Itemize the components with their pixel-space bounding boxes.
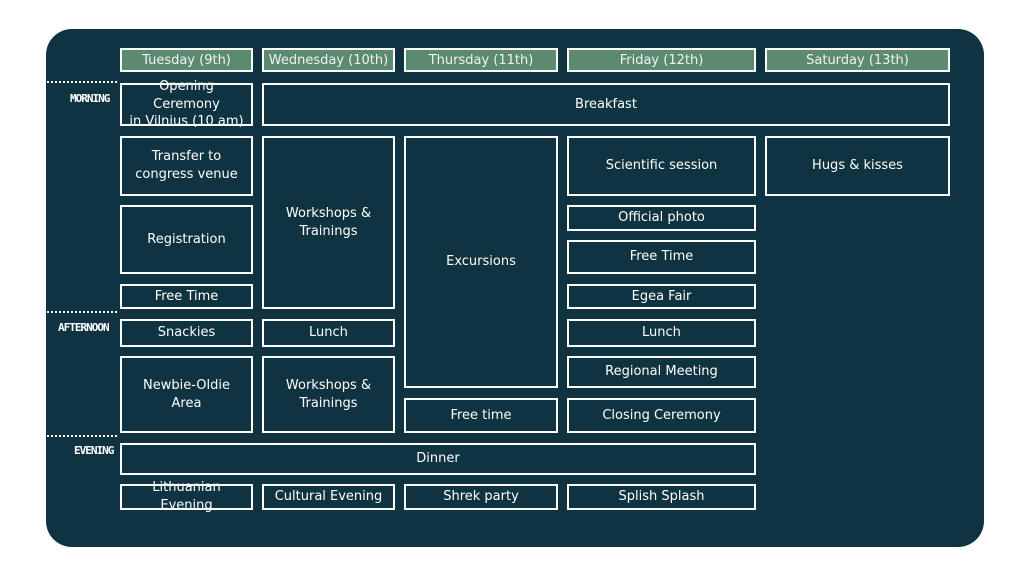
event-egea-fair: Egea Fair <box>567 284 756 309</box>
event-shrek-party: Shrek party <box>404 484 558 510</box>
event-lithuanian-evening: Lithuanian Evening <box>120 480 253 513</box>
event-registration: Registration <box>120 205 253 274</box>
day-header-tuesday: Tuesday (9th) <box>120 48 253 72</box>
event-splish-splash: Splish Splash <box>567 484 756 510</box>
event-workshops-morning: Workshops & Trainings <box>262 136 395 309</box>
event-official-photo: Official photo <box>567 205 756 231</box>
event-lunch-friday: Lunch <box>567 319 756 347</box>
day-header-thursday: Thursday (11th) <box>404 48 558 72</box>
event-closing-ceremony: Closing Ceremony <box>567 398 756 433</box>
afternoon-divider <box>47 311 117 313</box>
event-free-time-tuesday: Free Time <box>120 284 253 309</box>
event-scientific-session: Scientific session <box>567 136 756 196</box>
event-cultural-evening: Cultural Evening <box>262 484 395 510</box>
morning-divider <box>47 81 117 83</box>
event-breakfast: Breakfast <box>262 83 950 126</box>
event-snackies: Snackies <box>120 319 253 347</box>
evening-divider <box>47 435 117 437</box>
event-lunch-wednesday: Lunch <box>262 319 395 347</box>
slot-label-morning: Morning <box>70 92 110 105</box>
slot-label-afternoon: Afternoon <box>58 321 110 334</box>
day-header-wednesday: Wednesday (10th) <box>262 48 395 72</box>
event-free-time-thursday: Free time <box>404 398 558 433</box>
event-hugs-kisses: Hugs & kisses <box>765 136 950 196</box>
event-workshops-afternoon: Workshops & Trainings <box>262 356 395 433</box>
event-free-time-friday: Free Time <box>567 240 756 274</box>
event-regional-meeting: Regional Meeting <box>567 356 756 388</box>
day-header-friday: Friday (12th) <box>567 48 756 72</box>
event-opening-ceremony: Opening Ceremony in Vilnius (10 am) <box>120 79 253 129</box>
slot-label-evening: Evening <box>74 444 114 457</box>
day-header-saturday: Saturday (13th) <box>765 48 950 72</box>
event-excursions: Excursions <box>404 136 558 388</box>
event-dinner: Dinner <box>120 443 756 475</box>
event-newbie-oldie-area: Newbie-Oldie Area <box>120 356 253 433</box>
event-transfer: Transfer to congress venue <box>120 136 253 196</box>
